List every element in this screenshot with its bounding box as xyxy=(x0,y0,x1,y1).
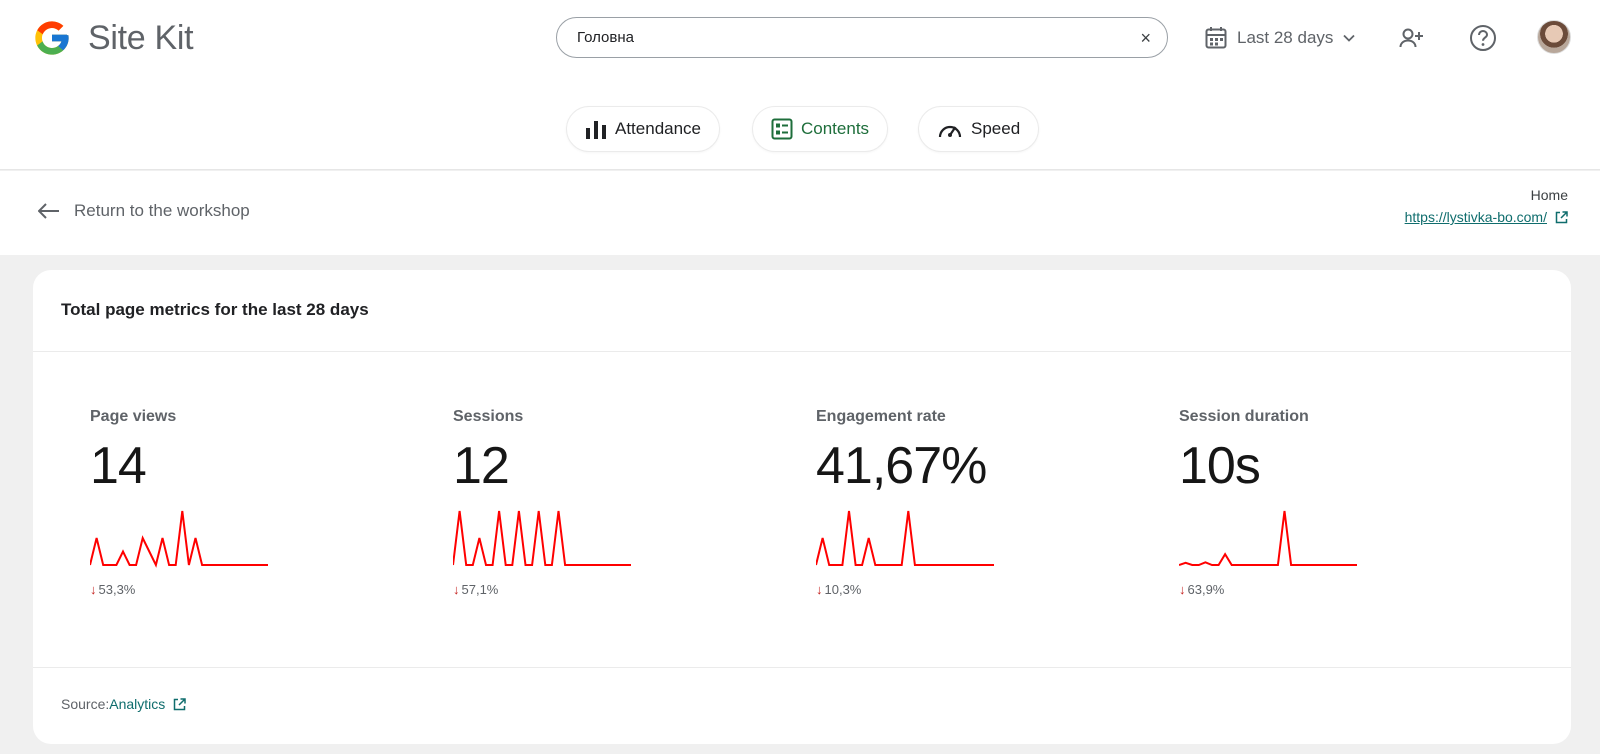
help-icon xyxy=(1470,25,1496,51)
metric-change: ↓ 63,9% xyxy=(1179,582,1479,597)
page-url-text: https://lystivka-bo.com/ xyxy=(1404,209,1547,225)
metric-change-value: 57,1% xyxy=(461,582,499,597)
metric-label: Engagement rate xyxy=(816,408,946,425)
calendar-icon xyxy=(1205,27,1227,49)
date-range-selector[interactable]: Last 28 days xyxy=(1205,22,1356,54)
date-range-label: Last 28 days xyxy=(1237,28,1334,47)
content-list-icon xyxy=(771,118,793,140)
arrow-down-icon: ↓ xyxy=(90,582,97,597)
metric-value: 12 xyxy=(453,437,510,495)
tab-contents-label: Contents xyxy=(801,119,870,138)
page-meta: Home https://lystivka-bo.com/ xyxy=(1405,187,1568,227)
help-button[interactable] xyxy=(1465,20,1501,56)
sparkline-series xyxy=(1179,510,1357,566)
metric-sparkline xyxy=(1179,510,1357,566)
page-metrics-card: Total page metrics for the last 28 days … xyxy=(33,270,1571,744)
add-user-button[interactable] xyxy=(1394,20,1430,56)
arrow-down-icon: ↓ xyxy=(453,582,460,597)
metric-sessions: Sessions 12 ↓ 57,1% xyxy=(453,408,753,597)
page-subheader: Return to the workshop Home https://lyst… xyxy=(0,171,1600,255)
metric-sparkline xyxy=(816,510,994,566)
sparkline-series xyxy=(453,510,631,566)
speedometer-icon xyxy=(938,125,962,138)
sparkline-series xyxy=(816,510,994,566)
user-avatar[interactable] xyxy=(1537,20,1571,54)
site-kit-logo[interactable]: Site Kit xyxy=(32,16,194,60)
tab-speed[interactable]: Speed xyxy=(918,106,1040,152)
back-label: Return to the workshop xyxy=(74,201,250,220)
search-input[interactable] xyxy=(577,29,1141,46)
app-name: Site Kit xyxy=(88,18,194,57)
card-title: Total page metrics for the last 28 days xyxy=(33,270,1571,352)
metric-label: Page views xyxy=(90,408,177,425)
metric-label: Session duration xyxy=(1179,408,1309,425)
clear-search-icon[interactable]: × xyxy=(1140,29,1151,47)
external-link-icon xyxy=(174,697,187,710)
metric-session-duration: Session duration 10s ↓ 63,9% xyxy=(1179,408,1479,597)
top-bar: Site Kit × Last 28 days xyxy=(0,0,1600,170)
arrow-left-icon xyxy=(38,203,59,219)
page-url-link[interactable]: https://lystivka-bo.com/ xyxy=(1405,209,1568,225)
metric-sparkline xyxy=(453,510,631,566)
metric-change: ↓ 57,1% xyxy=(453,582,753,597)
metric-change: ↓ 10,3% xyxy=(816,582,1116,597)
view-tabs: Attendance Contents Speed xyxy=(0,106,1600,152)
metric-page-views: Page views 14 ↓ 53,3% xyxy=(90,408,390,597)
metrics-row: Page views 14 ↓ 53,3% Sessions 12 ↓ 57,1… xyxy=(33,352,1571,668)
arrow-down-icon: ↓ xyxy=(816,582,823,597)
tab-speed-label: Speed xyxy=(971,119,1021,138)
metric-value: 10s xyxy=(1179,437,1261,495)
sparkline-series xyxy=(90,510,268,568)
metric-value: 14 xyxy=(90,437,147,495)
arrow-down-icon: ↓ xyxy=(1179,582,1186,597)
metric-label: Sessions xyxy=(453,408,524,425)
metric-change-value: 53,3% xyxy=(98,582,136,597)
page-search: × xyxy=(556,17,1168,58)
source-link-text: Analytics xyxy=(109,696,166,712)
bar-chart-icon xyxy=(586,121,606,139)
google-g-icon xyxy=(35,21,69,55)
metric-value: 41,67% xyxy=(816,437,987,495)
add-user-icon xyxy=(1399,28,1423,48)
page-title: Home xyxy=(1530,187,1568,203)
source-label: Source: xyxy=(61,696,110,712)
metric-change: ↓ 53,3% xyxy=(90,582,390,597)
tab-attendance[interactable]: Attendance xyxy=(566,106,721,152)
metric-change-value: 10,3% xyxy=(824,582,862,597)
metric-sparkline xyxy=(90,510,268,568)
metric-engagement-rate: Engagement rate 41,67% ↓ 10,3% xyxy=(816,408,1116,597)
chevron-down-icon xyxy=(1343,34,1356,42)
metric-change-value: 63,9% xyxy=(1187,582,1225,597)
external-link-icon xyxy=(1555,210,1568,223)
tab-contents[interactable]: Contents xyxy=(752,106,889,152)
card-source: Source: Analytics xyxy=(33,668,1571,740)
tab-attendance-label: Attendance xyxy=(615,119,702,138)
analytics-source-link[interactable]: Analytics xyxy=(109,696,187,712)
back-link[interactable]: Return to the workshop xyxy=(38,201,250,221)
